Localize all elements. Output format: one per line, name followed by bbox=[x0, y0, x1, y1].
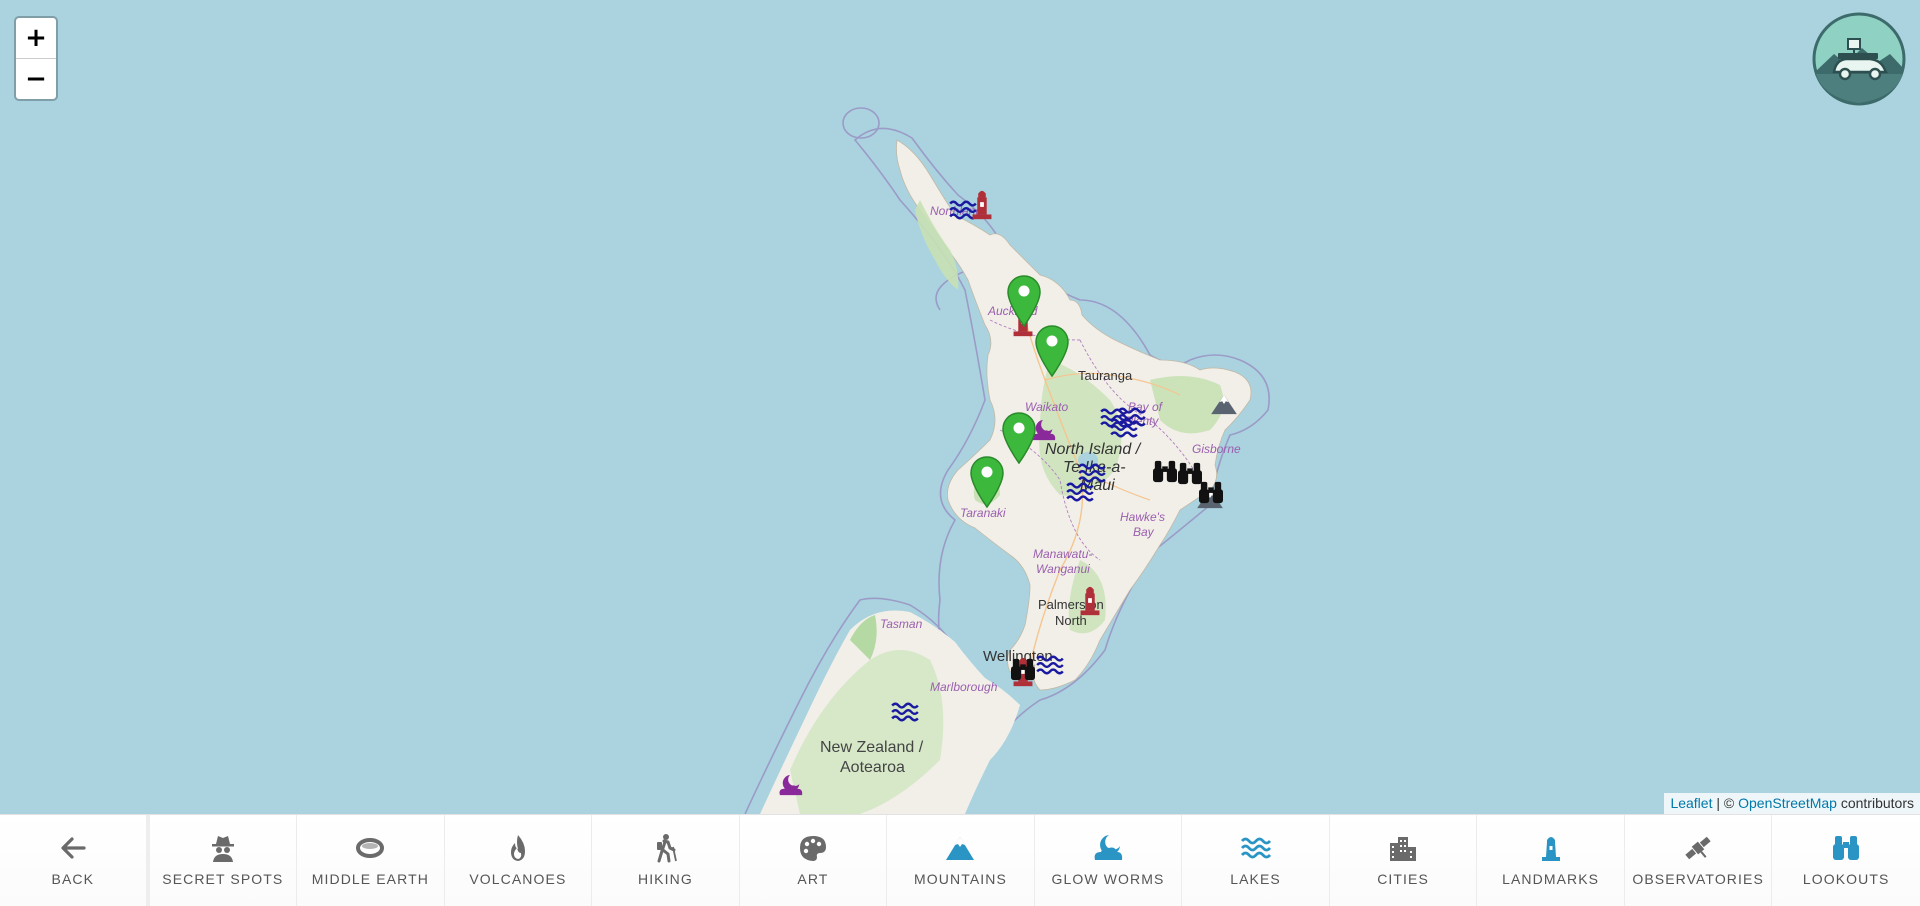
category-middle-earth[interactable]: MIDDLE EARTH bbox=[297, 815, 445, 906]
attribution-suffix: contributors bbox=[1836, 795, 1914, 811]
ring-icon bbox=[356, 838, 385, 858]
zoom-control: + − bbox=[14, 16, 58, 101]
hiker-icon bbox=[657, 834, 678, 863]
label-north-island-2: Te Ika-a- bbox=[1063, 459, 1126, 476]
category-label: CITIES bbox=[1377, 871, 1429, 887]
label-taranaki: Taranaki bbox=[960, 506, 1006, 520]
category-glow-worms[interactable]: GLOW WORMS bbox=[1034, 815, 1183, 906]
mountain-icon bbox=[946, 837, 975, 860]
zoom-out-button[interactable]: − bbox=[16, 59, 56, 99]
city-icon bbox=[1390, 837, 1417, 861]
label-palmerston-2: North bbox=[1055, 613, 1087, 628]
category-cities[interactable]: CITIES bbox=[1329, 815, 1478, 906]
label-waikato: Waikato bbox=[1025, 400, 1068, 414]
back-button[interactable]: BACK bbox=[0, 815, 150, 906]
category-label: MIDDLE EARTH bbox=[311, 871, 429, 887]
category-label: ART bbox=[797, 871, 829, 887]
osm-link[interactable]: OpenStreetMap bbox=[1738, 795, 1837, 811]
binoculars-icon bbox=[1833, 836, 1860, 860]
map-canvas[interactable]: Northland Auckland Tauranga Waikato Bay … bbox=[0, 0, 1920, 814]
category-label: LAKES bbox=[1230, 871, 1281, 887]
category-hiking[interactable]: HIKING bbox=[592, 815, 740, 906]
label-marlborough: Marlborough bbox=[930, 680, 998, 694]
category-label: HIKING bbox=[637, 871, 693, 887]
water-icon bbox=[1240, 837, 1271, 859]
category-volcanoes[interactable]: VOLCANOES bbox=[444, 815, 593, 906]
category-label: OBSERVATORIES bbox=[1632, 871, 1764, 887]
category-label: MOUNTAINS bbox=[914, 871, 1007, 887]
label-manawatu-2: Wanganui bbox=[1036, 562, 1090, 576]
spy-icon bbox=[211, 836, 234, 862]
label-aotearoa: Aotearoa bbox=[840, 759, 905, 776]
category-lakes[interactable]: LAKES bbox=[1182, 815, 1330, 906]
label-manawatu: Manawatu- bbox=[1033, 547, 1092, 561]
app-logo[interactable] bbox=[1812, 12, 1906, 106]
map-view[interactable]: Northland Auckland Tauranga Waikato Bay … bbox=[0, 0, 1920, 814]
arrow-left-icon bbox=[61, 837, 86, 859]
category-landmarks[interactable]: LANDMARKS bbox=[1477, 815, 1625, 906]
label-hawkes-bay-2: Bay bbox=[1133, 525, 1155, 539]
category-observatories[interactable]: OBSERVATORIES bbox=[1624, 815, 1773, 906]
lighthouse-icon bbox=[1541, 837, 1560, 861]
attribution-separator: | © bbox=[1712, 795, 1739, 811]
category-label: SECRET SPOTS bbox=[162, 871, 284, 887]
category-secret-spots[interactable]: SECRET SPOTS bbox=[149, 815, 298, 906]
back-label: BACK bbox=[51, 871, 95, 887]
map-attribution: Leaflet | © OpenStreetMap contributors bbox=[1664, 793, 1920, 814]
zoom-in-button[interactable]: + bbox=[16, 18, 56, 59]
satellite-icon bbox=[1685, 836, 1711, 860]
category-lookouts[interactable]: LOOKOUTS bbox=[1772, 815, 1920, 906]
label-north-island: North Island / bbox=[1045, 441, 1142, 458]
category-mountains[interactable]: MOUNTAINS bbox=[887, 815, 1035, 906]
moon-cloud-icon bbox=[1094, 835, 1123, 860]
category-label: VOLCANOES bbox=[469, 871, 567, 887]
label-tauranga: Tauranga bbox=[1078, 368, 1133, 383]
label-new-zealand: New Zealand / bbox=[820, 739, 924, 756]
label-tasman: Tasman bbox=[880, 617, 923, 631]
category-art[interactable]: ART bbox=[739, 815, 888, 906]
category-label: LANDMARKS bbox=[1502, 871, 1600, 887]
category-toolbar: BACK SECRET SPOTS MIDDLE EARTH VOLCANOES bbox=[0, 814, 1920, 906]
label-gisborne: Gisborne bbox=[1192, 442, 1241, 456]
label-hawkes-bay: Hawke's bbox=[1120, 510, 1165, 524]
label-bay-of-plenty: Bay of bbox=[1128, 400, 1164, 414]
fire-icon bbox=[510, 835, 525, 861]
category-label: GLOW WORMS bbox=[1051, 871, 1165, 887]
category-label: LOOKOUTS bbox=[1802, 871, 1890, 887]
palette-icon bbox=[799, 836, 826, 861]
leaflet-link[interactable]: Leaflet bbox=[1670, 795, 1712, 811]
